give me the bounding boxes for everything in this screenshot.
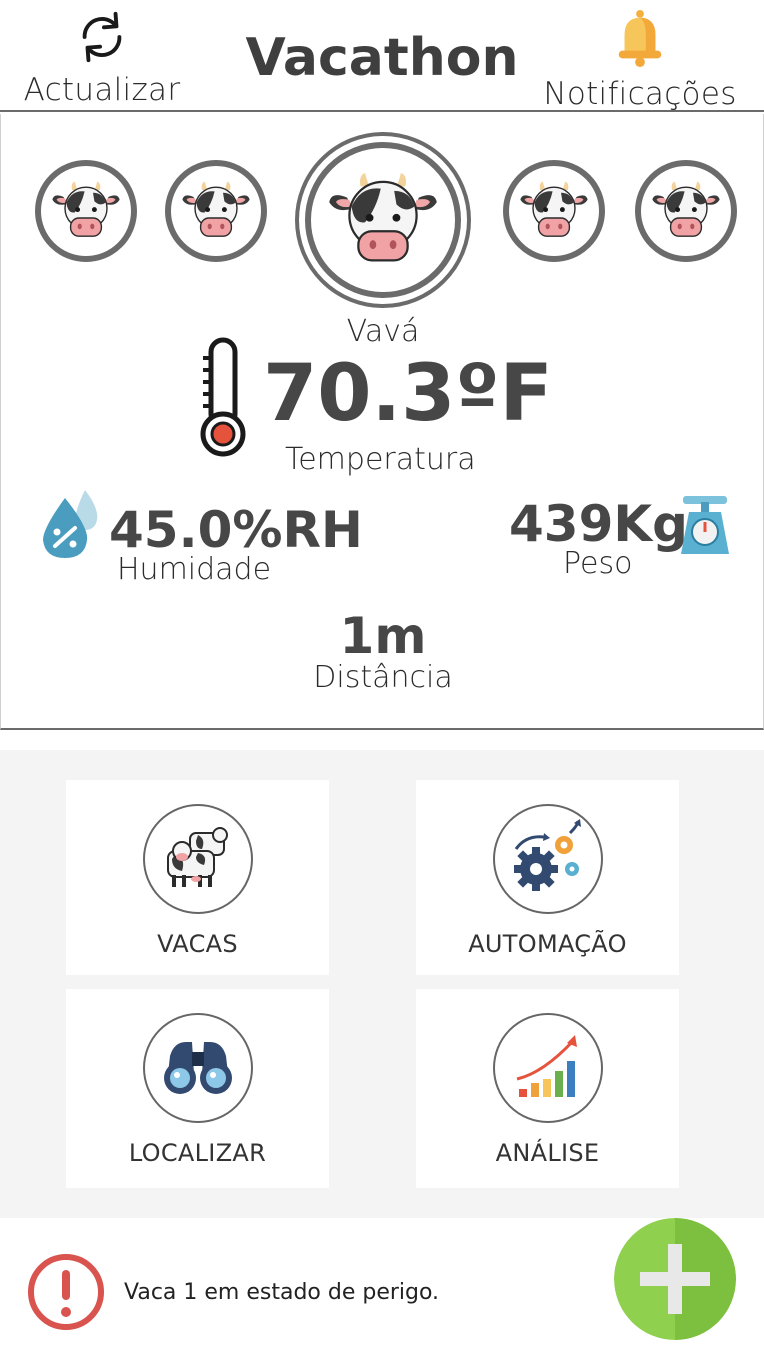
alert-icon — [28, 1254, 104, 1330]
distance-label: Distância — [313, 660, 453, 695]
weight-label: Peso — [563, 546, 633, 581]
add-button[interactable] — [614, 1218, 736, 1340]
humidity-icon — [43, 490, 98, 558]
menu-automation-icon-circle — [492, 804, 603, 914]
plus-icon — [614, 1218, 736, 1340]
bell-icon — [618, 10, 662, 68]
distance-value: 1m — [339, 607, 427, 665]
menu-analysis-icon-circle — [492, 1013, 603, 1123]
temperature-value: 70.3ºF — [263, 349, 553, 439]
alert-message: Vaca 1 em estado de perigo. — [124, 1280, 440, 1305]
cow-avatar-3[interactable] — [503, 160, 605, 262]
thermometer-icon — [200, 337, 246, 457]
refresh-icon — [82, 11, 122, 63]
cow-details-panel: Vavá 70.3ºF Temperatura 45.0%RH Humidade… — [0, 114, 764, 730]
cow-avatar-4[interactable] — [635, 160, 737, 262]
herd-icon — [166, 827, 228, 887]
menu-locate-label: LOCALIZAR — [128, 1139, 267, 1167]
cow-icon — [651, 180, 721, 237]
status-footer: Vaca 1 em estado de perigo. — [0, 1218, 764, 1360]
scale-icon — [681, 496, 729, 554]
cow-avatar-2[interactable] — [165, 160, 267, 262]
app-header: Actualizar Vacathon Notificações — [0, 0, 764, 112]
menu-locate-icon-circle — [142, 1013, 253, 1123]
refresh-button[interactable]: Actualizar — [22, 8, 182, 108]
cow-name: Vavá — [346, 314, 420, 349]
menu-cows-icon-circle — [142, 804, 253, 914]
notifications-label: Notificações — [543, 76, 737, 112]
selected-cow-avatar[interactable] — [295, 132, 471, 308]
selected-cow-ring — [305, 142, 461, 298]
weight-value: 439Kg — [509, 495, 688, 553]
growth-chart-icon — [516, 1035, 577, 1097]
humidity-label: Humidade — [117, 552, 272, 587]
cow-icon — [519, 180, 589, 237]
cow-icon — [51, 180, 121, 237]
notifications-button[interactable]: Notificações — [540, 8, 740, 112]
menu-automation-button[interactable]: AUTOMAÇÃO — [416, 780, 679, 975]
menu-analysis-label: ANÁLISE — [495, 1139, 600, 1167]
menu-cows-button[interactable]: VACAS — [66, 780, 329, 975]
humidity-value: 45.0%RH — [109, 501, 363, 559]
menu-automation-label: AUTOMAÇÃO — [468, 930, 627, 958]
cow-avatar-1[interactable] — [35, 160, 137, 262]
menu-cows-label: VACAS — [157, 930, 238, 958]
menu-grid: VACAS AUTOMAÇÃO LOCALIZAR ANÁLISE — [0, 750, 764, 1218]
temperature-label: Temperatura — [285, 442, 476, 477]
binoculars-icon — [163, 1042, 232, 1094]
menu-analysis-button[interactable]: ANÁLISE — [416, 989, 679, 1188]
menu-locate-button[interactable]: LOCALIZAR — [66, 989, 329, 1188]
refresh-label: Actualizar — [23, 72, 181, 108]
gears-icon — [513, 819, 581, 891]
cow-icon — [181, 180, 251, 237]
cow-icon — [328, 171, 438, 262]
